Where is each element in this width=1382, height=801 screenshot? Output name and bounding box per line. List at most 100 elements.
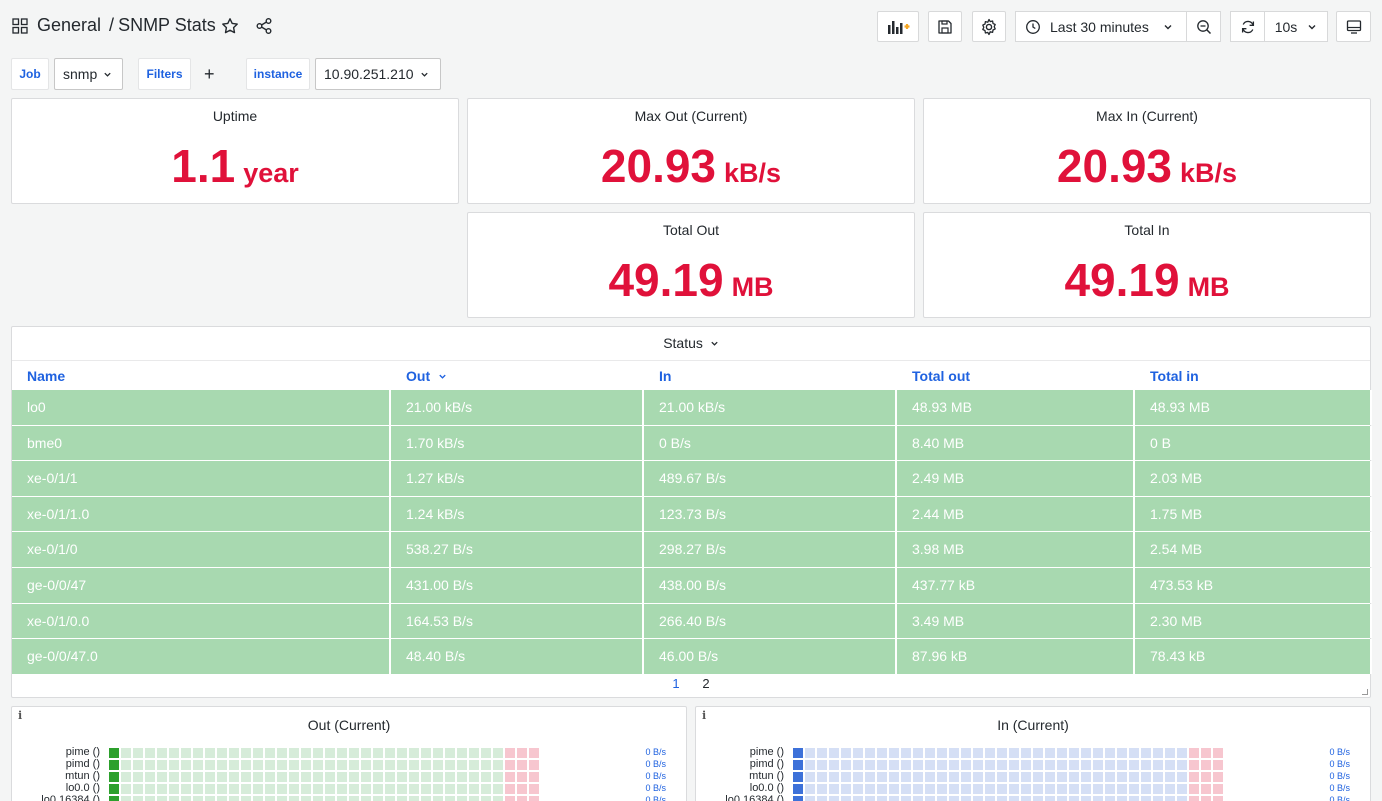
heatmap-cell[interactable] [349, 784, 359, 794]
heatmap-cell[interactable] [217, 760, 227, 770]
heatmap-cell[interactable] [829, 748, 839, 758]
heatmap-cell[interactable] [1021, 760, 1031, 770]
heatmap-cell[interactable] [985, 760, 995, 770]
heatmap-cell[interactable] [1117, 772, 1127, 782]
heatmap-cell[interactable] [133, 760, 143, 770]
heatmap-cell[interactable] [901, 796, 911, 801]
max-out-panel[interactable]: Max Out (Current) 20.93 kB/s [467, 98, 915, 204]
heatmap-cell[interactable] [1093, 772, 1103, 782]
heatmap-cell[interactable] [325, 796, 335, 801]
heatmap-cell[interactable] [1129, 760, 1139, 770]
heatmap-cell[interactable] [373, 748, 383, 758]
dashboard-title[interactable]: SNMP Stats [118, 15, 216, 35]
heatmap-cell[interactable] [1009, 784, 1019, 794]
star-icon[interactable] [221, 17, 239, 35]
heatmap-cell[interactable] [1153, 772, 1163, 782]
heatmap-cell[interactable] [397, 796, 407, 801]
heatmap-cell[interactable] [829, 760, 839, 770]
heatmap-cell[interactable] [145, 796, 155, 801]
table-row[interactable]: xe-0/1/0.0 164.53 B/s 266.40 B/s 3.49 MB 2.3… [12, 603, 1372, 640]
heatmap-cell[interactable] [181, 796, 191, 801]
heatmap-cell[interactable] [1069, 784, 1079, 794]
heatmap-cell[interactable] [145, 784, 155, 794]
heatmap-cell[interactable] [133, 796, 143, 801]
total-out-panel[interactable]: Total Out 49.19 MB [467, 212, 915, 318]
heatmap-cell[interactable] [949, 772, 959, 782]
heatmap-cell[interactable] [901, 760, 911, 770]
heatmap-cell[interactable] [529, 772, 539, 782]
heatmap-cell[interactable] [337, 784, 347, 794]
heatmap-cell[interactable] [853, 796, 863, 801]
heatmap-cell[interactable] [409, 760, 419, 770]
heatmap-cell[interactable] [1033, 784, 1043, 794]
heatmap-cell[interactable] [529, 748, 539, 758]
heatmap-cell[interactable] [1009, 748, 1019, 758]
heatmap-cell[interactable] [865, 748, 875, 758]
heatmap-cell[interactable] [421, 772, 431, 782]
heatmap-cell[interactable] [1057, 760, 1067, 770]
heatmap-cell[interactable] [361, 748, 371, 758]
heatmap-cell[interactable] [877, 760, 887, 770]
heatmap-cell[interactable] [817, 784, 827, 794]
heatmap-cell[interactable] [421, 784, 431, 794]
heatmap-cell[interactable] [169, 748, 179, 758]
heatmap-cell[interactable] [1045, 748, 1055, 758]
heatmap-cell[interactable] [121, 784, 131, 794]
heatmap-cell[interactable] [361, 796, 371, 801]
dashboard-settings-button[interactable] [972, 11, 1006, 42]
heatmap-cell[interactable] [373, 784, 383, 794]
heatmap-cell[interactable] [301, 760, 311, 770]
heatmap-cell[interactable] [865, 784, 875, 794]
heatmap-cell[interactable] [853, 772, 863, 782]
heatmap-cell[interactable] [385, 748, 395, 758]
heatmap-cell[interactable] [517, 772, 527, 782]
heatmap-cell[interactable] [133, 784, 143, 794]
heatmap-cell[interactable] [481, 748, 491, 758]
heatmap-cell[interactable] [937, 772, 947, 782]
heatmap-cell[interactable] [961, 784, 971, 794]
heatmap-cell[interactable] [1165, 784, 1175, 794]
heatmap-cell[interactable] [433, 748, 443, 758]
heatmap-cell[interactable] [385, 760, 395, 770]
heatmap-cell[interactable] [805, 784, 815, 794]
heatmap-cell[interactable] [181, 760, 191, 770]
heatmap-cell[interactable] [961, 760, 971, 770]
heatmap-cell[interactable] [445, 784, 455, 794]
heatmap-cell[interactable] [1117, 748, 1127, 758]
heatmap-cell[interactable] [205, 784, 215, 794]
heatmap-cell[interactable] [793, 796, 803, 801]
heatmap-cell[interactable] [325, 760, 335, 770]
heatmap-cell[interactable] [241, 784, 251, 794]
heatmap-cell[interactable] [1069, 748, 1079, 758]
heatmap-cell[interactable] [841, 748, 851, 758]
heatmap-cell[interactable] [973, 796, 983, 801]
column-header-in[interactable]: In [644, 361, 671, 391]
heatmap-cell[interactable] [1081, 772, 1091, 782]
heatmap-cell[interactable] [373, 760, 383, 770]
heatmap-cell[interactable] [925, 760, 935, 770]
heatmap-cell[interactable] [313, 784, 323, 794]
heatmap-cell[interactable] [913, 784, 923, 794]
heatmap-cell[interactable] [949, 760, 959, 770]
heatmap-cell[interactable] [157, 772, 167, 782]
heatmap-cell[interactable] [1105, 796, 1115, 801]
heatmap-cell[interactable] [1045, 772, 1055, 782]
breadcrumb-folder[interactable]: General [37, 15, 101, 35]
heatmap-cell[interactable] [145, 772, 155, 782]
heatmap-cell[interactable] [793, 772, 803, 782]
heatmap-cell[interactable] [517, 796, 527, 801]
heatmap-cell[interactable] [121, 772, 131, 782]
zoom-out-button[interactable] [1187, 11, 1221, 42]
heatmap-cell[interactable] [1033, 760, 1043, 770]
heatmap-cell[interactable] [793, 784, 803, 794]
heatmap-cell[interactable] [1189, 772, 1199, 782]
filters-button[interactable]: Filters [138, 58, 191, 90]
heatmap-cell[interactable] [1033, 796, 1043, 801]
heatmap-cell[interactable] [1153, 796, 1163, 801]
heatmap-cell[interactable] [337, 796, 347, 801]
heatmap-cell[interactable] [1009, 796, 1019, 801]
heatmap-cell[interactable] [1069, 796, 1079, 801]
heatmap-cell[interactable] [973, 748, 983, 758]
heatmap-cell[interactable] [853, 784, 863, 794]
column-header-name[interactable]: Name [12, 361, 65, 391]
